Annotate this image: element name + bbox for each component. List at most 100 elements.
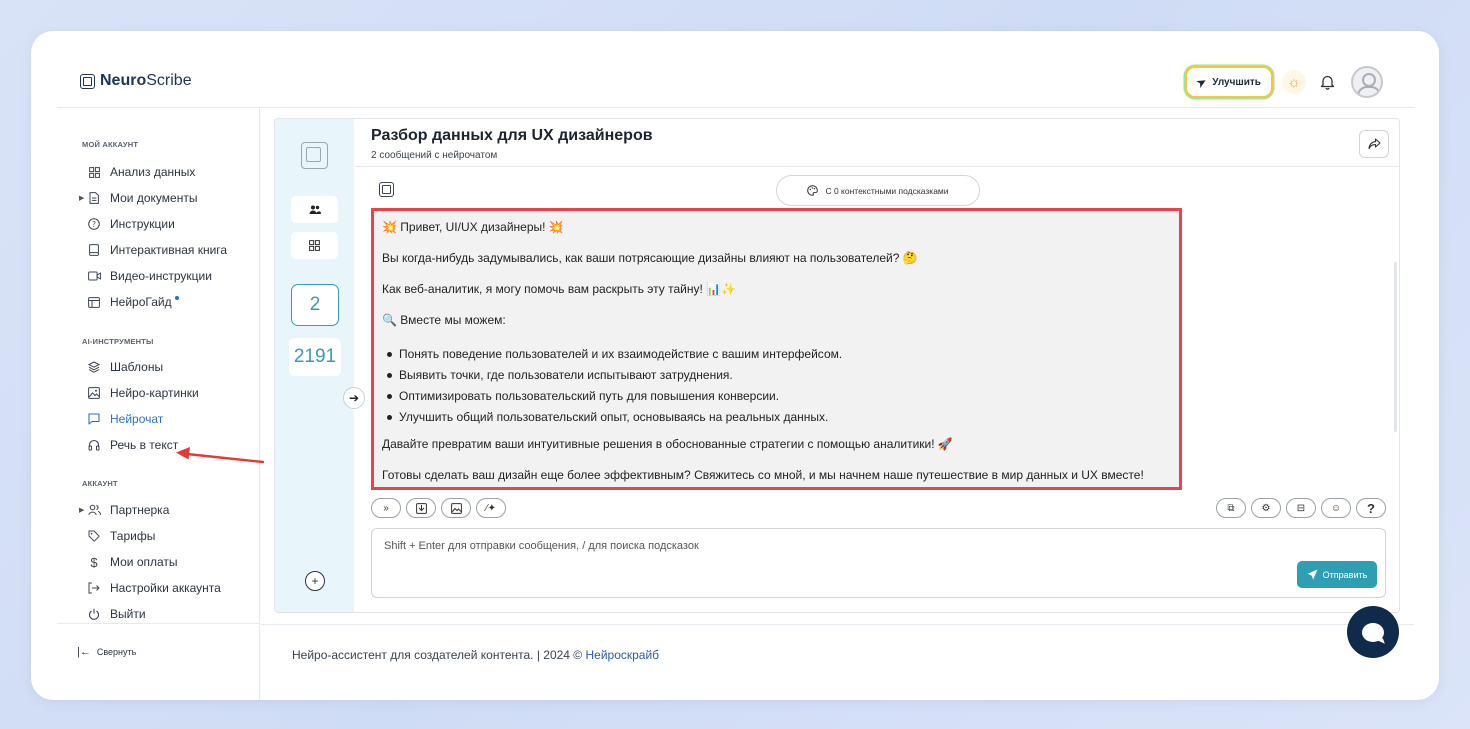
grid-icon: [309, 240, 320, 251]
sun-icon: ☼: [1287, 73, 1301, 91]
sidebar-item-label: Мои документы: [110, 191, 198, 205]
assistant-avatar-icon: [379, 182, 394, 197]
new-indicator-dot: [174, 296, 179, 300]
sidebar-item-speech-to-text[interactable]: Речь в текст: [82, 437, 178, 453]
neuroscribe-logo-icon: [301, 142, 328, 169]
users-rail-button[interactable]: [291, 196, 338, 223]
plus-icon: +: [311, 574, 319, 588]
puzzle-icon: ⧉: [1227, 502, 1235, 514]
video-icon: [87, 269, 101, 283]
sidebar-item-templates[interactable]: Шаблоны: [82, 359, 163, 375]
app-window: NeuroScribe ➤ Улучшить ☼ МОЙ АККАУНТ Ана…: [31, 31, 1439, 700]
plugins-button[interactable]: ⧉: [1216, 498, 1246, 518]
image-icon: [450, 502, 462, 514]
chat-header: Разбор данных для UX дизайнеров 2 сообще…: [355, 119, 1399, 167]
arrow-right-icon: ➔: [348, 391, 360, 405]
sidebar-item-neuroguide[interactable]: НейроГайд: [82, 294, 179, 310]
users-icon: [309, 205, 321, 214]
window-icon: ⊟: [1296, 502, 1306, 514]
message-greeting: 💥 Привет, UI/UX дизайнеры! 💥: [382, 220, 564, 234]
share-button[interactable]: [1359, 130, 1389, 158]
login-icon: [87, 581, 101, 595]
send-button[interactable]: Отправить: [1297, 561, 1377, 588]
layout-button[interactable]: ⊟: [1286, 498, 1316, 518]
chat-toolbar: » ⁄✦ ⧉ ⚙ ⊟ ☺ ?: [355, 491, 1399, 521]
notifications-button[interactable]: [1316, 71, 1338, 93]
collapse-sidebar-button[interactable]: |← Свернуть: [77, 646, 136, 658]
sidebar-item-data-analysis[interactable]: Анализ данных: [82, 164, 195, 180]
logo-icon: [80, 73, 95, 89]
message-count-badge: 2: [291, 284, 339, 326]
footer-text: Нейро-ассистент для создателей контента.…: [292, 648, 659, 662]
collapse-area: |← Свернуть: [57, 623, 260, 700]
robot-icon: ☺: [1330, 502, 1342, 514]
list-item: Оптимизировать пользовательский путь для…: [386, 387, 842, 408]
upload-file-button[interactable]: [406, 498, 436, 518]
sidebar-item-neurochat[interactable]: Нейрочат: [82, 411, 163, 427]
sidebar-item-label: Интерактивная книга: [110, 243, 228, 257]
sidebar-item-label: Анализ данных: [110, 165, 196, 179]
footer: Нейро-ассистент для создателей контента.…: [261, 624, 1414, 700]
message-input[interactable]: Shift + Enter для отправки сообщения, / …: [371, 528, 1386, 598]
book-icon: [87, 243, 101, 257]
users-icon: [87, 503, 101, 517]
caret-right-icon: ▶: [79, 195, 85, 202]
bot-button[interactable]: ☺: [1321, 498, 1351, 518]
section-title-ai-tools: AI-ИНСТРУМЕНТЫ: [82, 337, 154, 346]
sidebar-item-interactive-book[interactable]: Интерактивная книга: [82, 242, 227, 258]
apps-rail-button[interactable]: [291, 232, 338, 259]
section-title-account: АККАУНТ: [82, 479, 118, 488]
svg-text:?: ?: [92, 220, 96, 229]
footer-link[interactable]: Нейроскрайб: [585, 648, 659, 662]
grid-icon: [87, 165, 101, 179]
sidebar-item-label: Шаблоны: [110, 360, 164, 374]
chat-rail: 2 2191 +: [275, 119, 354, 612]
magic-wand-button[interactable]: ⁄✦: [476, 498, 506, 518]
sidebar-item-label: Нейрочат: [110, 412, 164, 426]
guide-icon: [87, 295, 101, 309]
sidebar-item-my-documents[interactable]: ▶ Мои документы: [79, 190, 198, 206]
sidebar-item-tariffs[interactable]: Тарифы: [82, 528, 155, 544]
app-logo[interactable]: NeuroScribe: [80, 72, 192, 90]
chat-messages: С 0 контекстными подсказками 💥 Привет, U…: [355, 168, 1399, 490]
caret-right-icon: ▶: [79, 507, 85, 514]
support-chat-button[interactable]: [1347, 606, 1399, 658]
chat-title: Разбор данных для UX дизайнеров: [371, 127, 653, 144]
message-line: 🔍 Вместе мы можем:: [382, 313, 506, 327]
sidebar-item-logout[interactable]: Выйти: [82, 606, 146, 622]
chat-panel: 2 2191 + Разбор данных для UX дизайнеров…: [274, 118, 1400, 613]
sidebar-item-label: Настройки аккаунта: [110, 581, 221, 595]
collapse-messages-button[interactable]: »: [371, 498, 401, 518]
gear-icon: ⚙: [1261, 502, 1271, 514]
section-title-my-account: МОЙ АККАУНТ: [82, 140, 139, 149]
share-icon: [1367, 138, 1381, 150]
message-bullet-list: Понять поведение пользователей и их взаи…: [386, 345, 842, 429]
sidebar-item-label: Инструкции: [110, 217, 175, 231]
footer-copyright: Нейро-ассистент для создателей контента.…: [292, 648, 586, 662]
collapse-icon: |←: [77, 646, 91, 658]
list-item: Улучшить общий пользовательский опыт, ос…: [386, 408, 842, 429]
sidebar: МОЙ АККАУНТ Анализ данных ▶ Мои документ…: [57, 108, 265, 700]
chevrons-down-icon: »: [383, 502, 389, 514]
theme-toggle-button[interactable]: ☼: [1282, 70, 1306, 94]
upgrade-button[interactable]: ➤ Улучшить: [1187, 68, 1271, 96]
chat-scrollbar[interactable]: [1394, 262, 1397, 432]
insert-image-button[interactable]: [441, 498, 471, 518]
help-circle-icon: ?: [87, 217, 101, 231]
send-icon: [1307, 569, 1318, 580]
magic-wand-icon: ⁄✦: [485, 502, 497, 514]
add-chat-button[interactable]: +: [305, 571, 325, 591]
sidebar-item-neuro-images[interactable]: Нейро-картинки: [82, 385, 199, 401]
help-button[interactable]: ?: [1356, 498, 1386, 518]
sidebar-item-label: Выйти: [110, 607, 146, 621]
help-label: ?: [1367, 500, 1375, 516]
expand-rail-button[interactable]: ➔: [343, 387, 365, 409]
sidebar-item-video-instructions[interactable]: Видео-инструкции: [82, 268, 212, 284]
sidebar-item-partners[interactable]: ▶ Партнерка: [79, 502, 169, 518]
sidebar-item-account-settings[interactable]: Настройки аккаунта: [82, 580, 221, 596]
settings-button[interactable]: ⚙: [1251, 498, 1281, 518]
context-hints-button[interactable]: С 0 контекстными подсказками: [776, 175, 980, 206]
sidebar-item-my-payments[interactable]: $ Мои оплаты: [82, 554, 177, 570]
user-avatar[interactable]: [1351, 66, 1383, 98]
sidebar-item-instructions[interactable]: ? Инструкции: [82, 216, 175, 232]
